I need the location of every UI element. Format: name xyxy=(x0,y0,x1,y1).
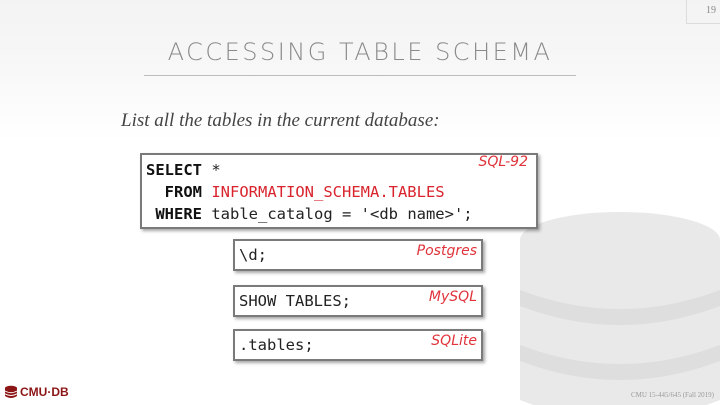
keyword-where: WHERE xyxy=(155,205,203,223)
title-divider xyxy=(144,75,576,76)
mysql-tag: MySQL xyxy=(428,289,477,305)
sql92-tag: SQL-92 xyxy=(478,154,529,170)
course-label: CMU 15-445/645 (Fall 2019) xyxy=(630,391,714,399)
database-watermark-icon xyxy=(520,212,720,405)
slide-subtitle: List all the tables in the current datab… xyxy=(121,110,440,131)
logo-text: CMU·DB xyxy=(20,385,69,399)
sql92-code-box: SELECT * FROM INFORMATION_SCHEMA.TABLES … xyxy=(140,153,538,229)
postgres-tag: Postgres xyxy=(416,243,477,259)
cmu-db-logo: CMU·DB xyxy=(4,385,69,399)
mysql-code-box: SHOW TABLES; MySQL xyxy=(233,285,483,317)
database-logo-icon xyxy=(4,385,18,398)
postgres-code-box: \d; Postgres xyxy=(233,239,483,271)
code-line-select: SELECT * xyxy=(146,159,221,181)
from-value: INFORMATION_SCHEMA.TABLES xyxy=(211,183,445,201)
slide-title: ACCESSING TABLE SCHEMA xyxy=(167,38,553,66)
where-value: table_catalog = '<db name>'; xyxy=(202,205,473,223)
sqlite-code: .tables; xyxy=(239,336,314,354)
slide: 19 ACCESSING TABLE SCHEMA List all the t… xyxy=(0,0,720,405)
keyword-select: SELECT xyxy=(146,161,202,179)
sqlite-code-box: .tables; SQLite xyxy=(233,329,483,361)
sqlite-tag: SQLite xyxy=(431,333,477,349)
postgres-code: \d; xyxy=(239,246,267,264)
code-line-where: WHERE table_catalog = '<db name>'; xyxy=(146,203,473,225)
keyword-from: FROM xyxy=(164,183,202,201)
code-line-from: FROM INFORMATION_SCHEMA.TABLES xyxy=(146,181,445,203)
select-value: * xyxy=(202,161,221,179)
slide-number: 19 xyxy=(706,5,716,16)
mysql-code: SHOW TABLES; xyxy=(239,292,351,310)
